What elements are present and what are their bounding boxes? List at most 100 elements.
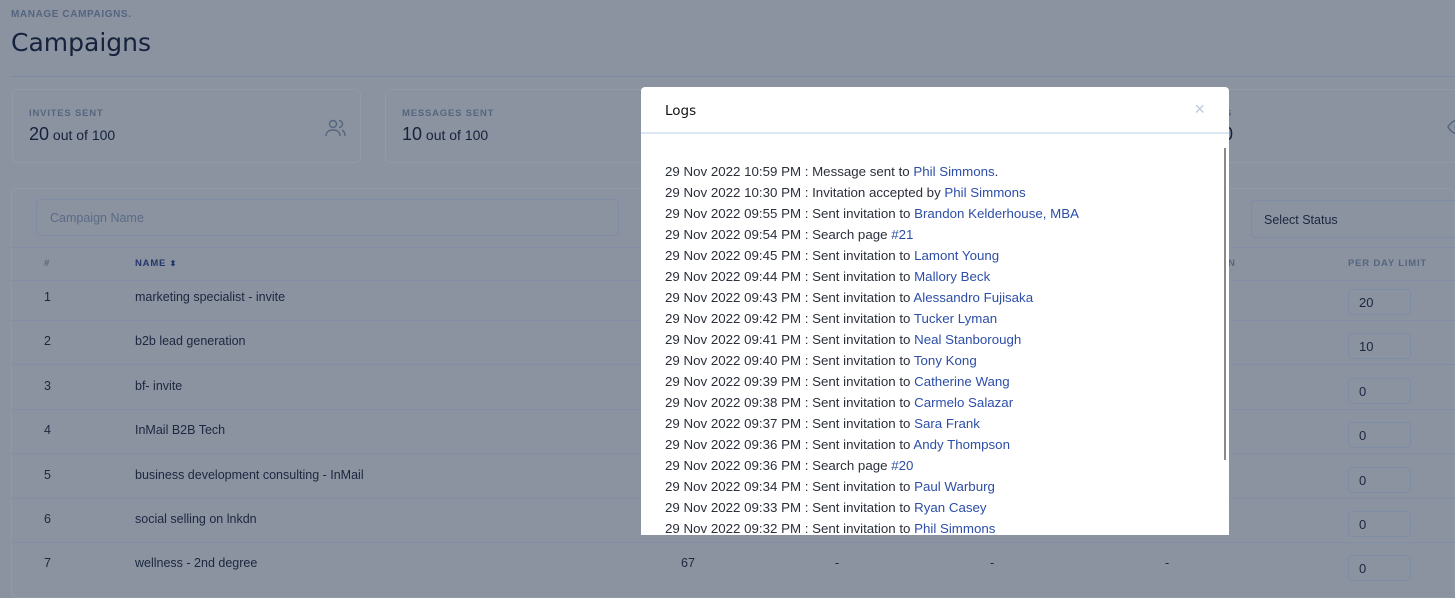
log-text: : Search page	[801, 227, 892, 242]
log-entry: 29 Nov 2022 10:30 PM : Invitation accept…	[665, 182, 1079, 203]
log-entry: 29 Nov 2022 09:55 PM : Sent invitation t…	[665, 203, 1079, 224]
eye-icon	[1447, 119, 1455, 135]
log-time: 29 Nov 2022 09:41 PM	[665, 332, 802, 347]
page-title: Campaigns	[11, 28, 152, 57]
log-time: 29 Nov 2022 09:38 PM	[665, 395, 802, 410]
log-time: 29 Nov 2022 10:59 PM	[665, 164, 802, 179]
log-link[interactable]: Phil Simmons	[913, 164, 994, 179]
row-index: 1	[44, 290, 51, 304]
campaign-name[interactable]: bf- invite	[135, 379, 182, 393]
log-time: 29 Nov 2022 09:36 PM	[665, 437, 802, 452]
row-index: 5	[44, 467, 51, 482]
log-time: 29 Nov 2022 09:42 PM	[665, 311, 802, 326]
log-entry: 29 Nov 2022 09:45 PM : Sent invitation t…	[665, 245, 1079, 266]
log-entry: 29 Nov 2022 09:41 PM : Sent invitation t…	[665, 329, 1079, 350]
log-time: 29 Nov 2022 09:32 PM	[665, 521, 802, 535]
log-text: : Sent invitation to	[801, 479, 915, 494]
row-divider	[11, 542, 1455, 543]
cell-c4: -	[1165, 556, 1170, 571]
per-day-limit-input[interactable]: 10	[1348, 333, 1411, 360]
cell-c3: -	[990, 556, 995, 571]
log-entry: 29 Nov 2022 09:34 PM : Sent invitation t…	[665, 476, 1079, 497]
log-link[interactable]: Lamont Young	[914, 248, 999, 263]
log-text: : Sent invitation to	[801, 206, 915, 221]
breadcrumb: MANAGE CAMPAIGNS.	[11, 9, 132, 20]
log-link[interactable]: Brandon Kelderhouse, MBA	[914, 206, 1079, 221]
log-entry: 29 Nov 2022 09:39 PM : Sent invitation t…	[665, 371, 1079, 392]
row-index: 4	[44, 423, 51, 438]
column-header-partial: N	[1228, 258, 1236, 269]
cell-c2: -	[835, 556, 840, 571]
stat-label: MESSAGES SENT	[402, 108, 495, 119]
log-time: 29 Nov 2022 09:39 PM	[665, 374, 802, 389]
stat-value: 10 out of 100	[402, 124, 489, 144]
sort-icon[interactable]: ⬍	[170, 259, 178, 268]
log-link[interactable]: Mallory Beck	[914, 269, 990, 284]
log-link[interactable]: Carmelo Salazar	[914, 395, 1013, 410]
row-index: 2	[44, 334, 51, 349]
per-day-limit-input[interactable]: 0	[1348, 555, 1411, 582]
log-text: : Sent invitation to	[801, 395, 915, 410]
campaign-name[interactable]: social selling on lnkdn	[135, 512, 257, 526]
sort-name[interactable]: NAME	[135, 258, 166, 269]
log-entry: 29 Nov 2022 09:44 PM : Sent invitation t…	[665, 266, 1079, 287]
log-entry: 29 Nov 2022 09:32 PM : Sent invitation t…	[665, 518, 1079, 535]
row-index: 6	[44, 512, 51, 526]
log-time: 29 Nov 2022 09:34 PM	[665, 479, 802, 494]
log-entry: 29 Nov 2022 09:36 PM : Search page #20	[665, 455, 1079, 476]
column-header-name[interactable]: NAME ⬍	[135, 258, 177, 269]
campaign-name-search-input[interactable]: Campaign Name	[36, 199, 619, 236]
log-link[interactable]: #20	[891, 458, 913, 473]
per-day-limit-input[interactable]: 0	[1348, 466, 1411, 493]
log-time: 29 Nov 2022 09:37 PM	[665, 416, 802, 431]
stat-label: INVITES SENT	[29, 108, 104, 119]
campaign-name[interactable]: business development consulting - InMail	[135, 468, 364, 482]
log-text: : Search page	[801, 458, 892, 473]
log-link[interactable]: Neal Stanborough	[914, 332, 1021, 347]
log-link[interactable]: Sara Frank	[914, 416, 980, 431]
campaign-name[interactable]: wellness - 2nd degree	[135, 556, 257, 570]
log-entry: 29 Nov 2022 09:36 PM : Sent invitation t…	[665, 434, 1079, 455]
log-link[interactable]: Alessandro Fujisaka	[913, 290, 1033, 305]
log-text: : Sent invitation to	[801, 437, 914, 452]
log-link[interactable]: Andy Thompson	[913, 437, 1010, 452]
campaign-name[interactable]: InMail B2B Tech	[135, 423, 225, 437]
close-icon[interactable]: ×	[1194, 99, 1205, 120]
log-entry: 29 Nov 2022 09:33 PM : Sent invitation t…	[665, 497, 1079, 518]
campaign-name[interactable]: b2b lead generation	[135, 334, 246, 348]
log-link[interactable]: Ryan Casey	[914, 500, 986, 515]
campaign-name[interactable]: marketing specialist - invite	[135, 290, 285, 304]
row-index: 7	[44, 556, 51, 571]
logs-modal: Logs × 29 Nov 2022 10:59 PM : Message se…	[641, 87, 1229, 535]
status-select[interactable]: Select Status	[1251, 200, 1455, 238]
log-time: 29 Nov 2022 10:30 PM	[665, 185, 802, 200]
stat-value: 20 out of 100	[29, 124, 116, 144]
log-link[interactable]: #21	[891, 227, 913, 242]
log-entry: 29 Nov 2022 09:54 PM : Search page #21	[665, 224, 1079, 245]
log-text: : Sent invitation to	[801, 500, 915, 515]
log-text: : Sent invitation to	[801, 416, 915, 431]
log-link[interactable]: Paul Warburg	[914, 479, 995, 494]
log-text: : Invitation accepted by	[801, 185, 945, 200]
log-time: 29 Nov 2022 09:33 PM	[665, 500, 802, 515]
log-link[interactable]: Phil Simmons	[914, 521, 995, 535]
per-day-limit-input[interactable]: 0	[1348, 511, 1411, 537]
log-text: : Sent invitation to	[801, 248, 915, 263]
log-text: : Sent invitation to	[801, 332, 915, 347]
log-link[interactable]: Tony Kong	[914, 353, 977, 368]
row-index: 3	[44, 378, 51, 393]
log-list: 29 Nov 2022 10:59 PM : Message sent to P…	[665, 161, 1079, 535]
scrollbar[interactable]	[1224, 148, 1226, 460]
log-entry: 29 Nov 2022 10:59 PM : Message sent to P…	[665, 161, 1079, 182]
column-header-per-day-limit: PER DAY LIMIT	[1348, 258, 1428, 269]
log-text: : Sent invitation to	[801, 290, 914, 305]
per-day-limit-input[interactable]: 0	[1348, 377, 1411, 404]
log-link[interactable]: Tucker Lyman	[914, 311, 997, 326]
per-day-limit-input[interactable]: 0	[1348, 422, 1411, 449]
log-time: 29 Nov 2022 09:40 PM	[665, 353, 802, 368]
per-day-limit-input[interactable]: 20	[1348, 289, 1411, 315]
log-entry: 29 Nov 2022 09:37 PM : Sent invitation t…	[665, 413, 1079, 434]
log-link[interactable]: Phil Simmons	[944, 185, 1025, 200]
log-link[interactable]: Catherine Wang	[914, 374, 1010, 389]
modal-title: Logs	[665, 103, 697, 119]
